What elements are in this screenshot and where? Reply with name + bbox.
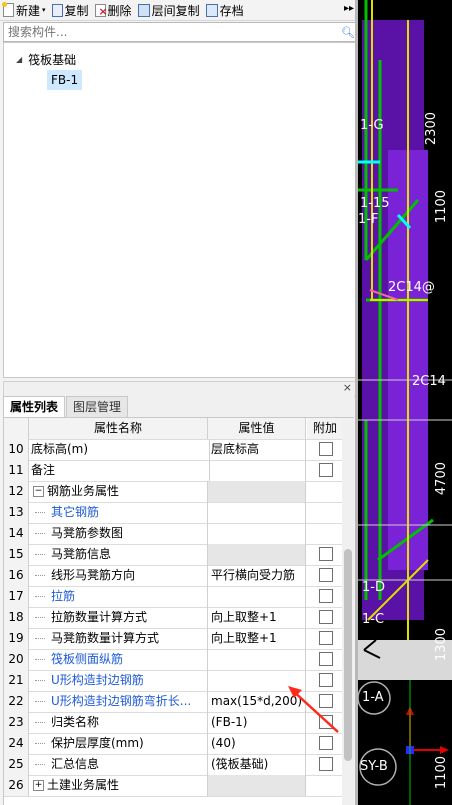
scrollbar-thumb[interactable] [344,549,352,761]
search-box: 🔍︎ [3,22,356,42]
new-icon [2,2,14,17]
expand-icon[interactable]: + [33,780,44,791]
dropdown-arrow-icon: ▾ [42,6,46,14]
cad-label: 1-G [360,118,384,133]
collapse-triangle-icon[interactable]: ◢ [16,55,22,64]
properties-panel-header: × [3,381,356,397]
cad-label: 1-15 [360,196,390,211]
table-row[interactable]: 18 拉筋数量计算方式 向上取整+1 [4,607,343,629]
search-icon[interactable]: 🔍︎ [341,26,355,39]
table-row[interactable]: 26 + 土建业务属性 [4,775,343,797]
collapse-icon[interactable]: − [33,486,44,497]
cad-canvas[interactable]: 1-G 2300 1100 1-15 1-F 2C14@ 2C14 4700 1… [358,0,452,805]
toolbar: 新建 ▾ 复制 删除 层间复制 存档 ▸▸ [0,0,358,21]
delete-button[interactable]: 删除 [92,0,135,20]
cad-label: 1-D [362,580,385,595]
add-checkbox[interactable] [319,568,333,582]
cad-label: 2C14 [412,374,446,389]
cad-label: 1300 [434,628,449,662]
tree-node-fb1[interactable]: FB-1 [47,70,83,90]
floor-copy-icon [137,3,150,17]
table-row[interactable]: 19 马凳筋数量计算方式 向上取整+1 [4,628,343,650]
table-row[interactable]: 20 筏板侧面纵筋 [4,649,343,671]
cad-label: 1100 [434,190,449,224]
table-row[interactable]: 25 汇总信息 (筏板基础) [4,754,343,776]
close-icon[interactable]: × [343,381,352,394]
copy-icon [51,3,63,17]
tab-properties[interactable]: 属性列表 [3,396,66,417]
add-checkbox[interactable] [319,442,333,456]
search-input[interactable] [4,24,341,40]
cad-label: 2C14@ [388,280,435,295]
add-checkbox[interactable] [319,715,333,729]
tab-layers[interactable]: 图层管理 [66,396,129,417]
add-checkbox[interactable] [319,463,333,477]
save-icon [205,3,218,17]
table-row[interactable]: 14 马凳筋参数图 [4,523,343,545]
header-add: 附加 [307,418,343,439]
cad-label: 1-C [362,612,385,627]
cad-label: 2300 [424,112,439,146]
delete-icon [94,3,108,17]
properties-tabs: 属性列表 图层管理 [3,396,354,418]
table-row[interactable]: 17 拉筋 [4,586,343,608]
table-row[interactable]: 12 − 钢筋业务属性 [4,481,343,503]
add-checkbox[interactable] [319,547,333,561]
header-name: 属性名称 [29,418,208,439]
table-row[interactable]: 10 底标高(m) 层底标高 [4,439,343,461]
add-checkbox[interactable] [319,673,333,687]
cad-label: 1100 [434,756,449,790]
table-row[interactable]: 16 线形马凳筋方向 平行横向受力筋 [4,565,343,587]
add-checkbox[interactable] [319,736,333,750]
table-row[interactable]: 22 U形构造封边钢筋弯折长... max(15*d,200) [4,691,343,713]
grid-header: 属性名称 属性值 附加 [4,418,343,440]
table-row[interactable]: 13 其它钢筋 [4,502,343,524]
add-checkbox[interactable] [319,757,333,771]
cad-label: 1-F [358,212,379,227]
table-row[interactable]: 24 保护层厚度(mm) (40) [4,733,343,755]
toolbar-overflow-icon[interactable]: ▸▸ [344,3,354,14]
grid-scrollbar[interactable] [342,418,354,805]
new-button[interactable]: 新建 ▾ [0,0,49,20]
property-grid: 属性名称 属性值 附加 10 底标高(m) 层底标高 11 备注 12 − 钢筋业… [3,418,343,805]
header-value: 属性值 [208,418,306,439]
copy-button[interactable]: 复制 [49,0,92,20]
table-row[interactable]: 15 马凳筋信息 [4,544,343,566]
add-checkbox[interactable] [319,610,333,624]
cad-labels: 1-G 2300 1100 1-15 1-F 2C14@ 2C14 4700 1… [358,0,452,805]
cad-label: 4700 [434,462,449,496]
cad-label: SY-B [360,759,388,774]
table-row[interactable]: 21 U形构造封边钢筋 [4,670,343,692]
add-checkbox[interactable] [319,652,333,666]
add-checkbox[interactable] [319,694,333,708]
add-checkbox[interactable] [319,589,333,603]
save-button[interactable]: 存档 [203,0,247,20]
table-row[interactable]: 23 归类名称 (FB-1) [4,712,343,734]
component-tree: ◢ 筏板基础 FB-1 [3,42,356,378]
floor-copy-button[interactable]: 层间复制 [135,0,203,20]
cad-label: 1-A [362,690,384,705]
add-checkbox[interactable] [319,631,333,645]
tree-node-raft-foundation[interactable]: ◢ 筏板基础 [16,51,76,68]
table-row[interactable]: 11 备注 [4,460,343,482]
